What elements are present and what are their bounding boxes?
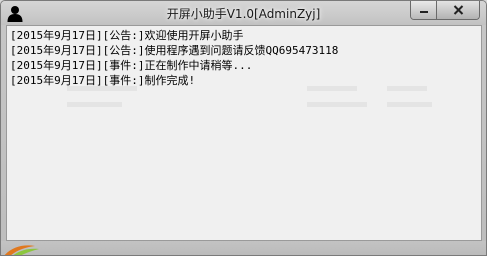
close-button[interactable] [437,1,479,19]
swirl-logo-icon [4,245,39,255]
log-line: [2015年9月17日][事件:]制作完成! [10,74,196,87]
log-line: [2015年9月17日][公告:]使用程序遇到问题请反馈QQ695473118 [10,44,339,57]
close-icon [453,5,463,15]
window-controls [410,1,480,20]
log-text-area[interactable]: [2015年9月17日][公告:]欢迎使用开屏小助手 [2015年9月17日][… [8,27,480,239]
minimize-button[interactable] [411,1,437,19]
app-window: 开屏小助手V1.0[AdminZyj] [2015年9月17日][公告:]欢迎使… [0,0,487,256]
bottom-strip [1,241,486,255]
log-line: [2015年9月17日][事件:]正在制作中请稍等... [10,59,253,72]
minimize-icon [419,11,428,13]
log-panel[interactable]: [2015年9月17日][公告:]欢迎使用开屏小助手 [2015年9月17日][… [6,25,482,241]
log-line: [2015年9月17日][公告:]欢迎使用开屏小助手 [10,29,244,42]
title-bar[interactable]: 开屏小助手V1.0[AdminZyj] [1,1,486,25]
